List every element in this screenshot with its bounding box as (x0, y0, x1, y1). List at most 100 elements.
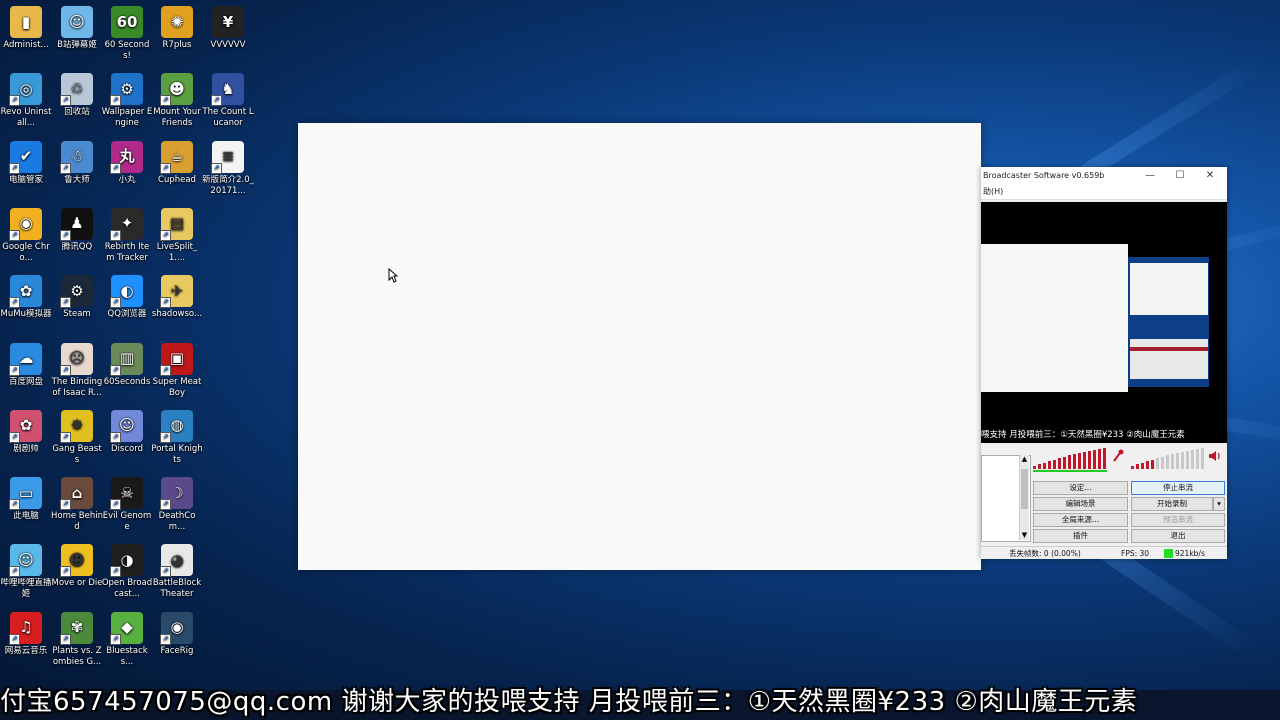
sources-scrollbar[interactable]: ▲ ▼ (1019, 455, 1029, 540)
mic-volume-meter[interactable] (1033, 447, 1113, 472)
desktop-icon-label: Wallpaper Engine (101, 107, 153, 129)
exit-button[interactable]: 退出 (1131, 529, 1225, 543)
desktop-icon-label: Cuphead (158, 174, 196, 185)
global-sources-button[interactable]: 全局来源... (1033, 513, 1128, 527)
shortcut-arrow-icon: ↗ (160, 566, 171, 578)
volume-meter-bar (1048, 461, 1051, 469)
desktop-icon[interactable]: ☻ ↗ Mount Your Friends (151, 73, 203, 129)
blank-app-window[interactable] (298, 123, 981, 570)
desktop-icon[interactable]: ▥ ↗ 60Seconds (101, 342, 153, 388)
desktop-icon[interactable]: ✈ ↗ shadowso... (151, 275, 203, 320)
maximize-icon[interactable]: ☐ (1165, 167, 1195, 185)
desktop-icon[interactable]: ✾ ↗ Plants vs. Zombies G... (51, 611, 103, 668)
desktop-icon[interactable]: ◆ ↗ Bluestacks... (101, 611, 153, 668)
shortcut-arrow-icon: ↗ (110, 566, 121, 578)
shortcut-arrow-icon: ↗ (110, 633, 121, 645)
speaker-icon[interactable] (1208, 450, 1222, 462)
edit-scene-button[interactable]: 编辑场景 (1033, 497, 1128, 511)
preview-stream-button[interactable]: 预览串流 (1131, 513, 1225, 527)
obs-window[interactable]: Broadcaster Software v0.659b — ☐ ✕ 助(H) … (981, 167, 1227, 559)
battleblock-icon: ◕ ↗ (160, 544, 193, 578)
desktop-icon[interactable]: ▣ ↗ Super Meat Boy (151, 342, 203, 399)
desktop-icon[interactable]: 60 60 Seconds! (101, 6, 153, 62)
desktop-icon[interactable]: ☻ ↗ Move or Die (51, 544, 103, 589)
desktop-icon[interactable]: ◎ ↗ Revo Uninstall... (0, 73, 52, 129)
menu-help[interactable]: 助(H) (983, 187, 1003, 196)
desktop-icon[interactable]: ¥ VVVVVV (202, 6, 254, 51)
desktop-icon[interactable]: ☃ ↗ 鲁大师 (51, 140, 103, 186)
obs-icon: ◑ ↗ (110, 544, 143, 578)
desktop-icon[interactable]: ≡ ↗ 新版简介2.0_20171... (202, 140, 254, 197)
volume-meter-bar (1043, 463, 1046, 469)
desktop-icon[interactable]: ▤ ↗ LiveSplit_1.... (151, 207, 203, 264)
desktop-icon-label: 此电脑 (13, 511, 39, 522)
desktop-icon[interactable]: ♫ ↗ 网易云音乐 (0, 611, 52, 657)
desktop-icon[interactable]: ✔ ↗ 电脑管家 (0, 140, 52, 186)
close-icon[interactable]: ✕ (1195, 167, 1225, 185)
volume-meter-bar (1063, 457, 1066, 469)
desktop-volume-meter[interactable] (1131, 447, 1211, 469)
anime-girl-icon: ☺ (61, 6, 93, 38)
desktop-icon-label: Gang Beasts (52, 443, 102, 465)
desktop-icon[interactable]: ✿ ↗ MuMu模拟器 (0, 275, 52, 320)
minimize-icon[interactable]: — (1135, 167, 1165, 185)
desktop-icon[interactable]: ⌂ ↗ Home Behind (51, 477, 103, 533)
desktop-icon[interactable]: ☹ ↗ The Binding of Isaac R... (51, 342, 103, 399)
desktop-icon[interactable]: ⚙ ↗ Steam (51, 275, 103, 320)
shortcut-arrow-icon: ↗ (160, 162, 171, 174)
plugins-button[interactable]: 插件 (1033, 529, 1128, 543)
fps-text: FPS: 30 (1121, 549, 1150, 558)
folder-icon: ▮ (10, 6, 42, 38)
desktop-icon[interactable]: ☕ ↗ Cuphead (151, 140, 203, 186)
desktop-icon[interactable]: ♞ ↗ The Count Lucanor (202, 73, 254, 129)
desktop-icon[interactable]: ◉ ↗ Google Chro... (0, 207, 52, 264)
shortcut-arrow-icon: ↗ (9, 566, 20, 578)
desktop-icon[interactable]: ♲ ↗ 回收站 (51, 73, 103, 118)
desktop-icon[interactable]: ♟ ↗ 腾讯QQ (51, 207, 103, 253)
desktop-icon[interactable]: ◉ ↗ FaceRig (151, 611, 203, 657)
desktop-icon-label: LiveSplit_1.... (156, 241, 198, 263)
desktop-icon[interactable]: ✸ ↗ Gang Beasts (51, 409, 103, 466)
record-dropdown-chevron-down-icon[interactable]: ▾ (1213, 497, 1225, 511)
desktop-icon[interactable]: ◐ ↗ QQ浏览器 (101, 275, 153, 320)
desktop-icon[interactable]: ☺ B站弹幕姬 (51, 6, 103, 51)
preview-window-capture (981, 244, 1128, 392)
stop-stream-button[interactable]: 停止串流 (1131, 481, 1225, 495)
desktop-icon[interactable]: ☠ ↗ Evil Genome (101, 477, 153, 533)
desktop-icon-label: Steam (63, 309, 91, 320)
discord-icon: ☺ ↗ (110, 409, 143, 443)
desktop-icon[interactable]: ▮ Administ... (0, 6, 52, 51)
desktop-icon[interactable]: ☺ ↗ 哔哩哔哩直播姬 (0, 544, 52, 600)
gang-beasts-icon: ✸ ↗ (60, 409, 93, 443)
start-record-button[interactable]: 开始录制 (1131, 497, 1213, 511)
desktop-icon[interactable]: ▭ ↗ 此电脑 (0, 477, 52, 522)
portal-knights-icon: ◍ ↗ (160, 409, 193, 443)
desktop-icon[interactable]: ◕ ↗ BattleBlock Theater (151, 544, 203, 600)
desktop-icon-label: 百度网盘 (8, 376, 43, 387)
shortcut-arrow-icon: ↗ (9, 633, 20, 645)
desktop-icon[interactable]: ✿ ↗ 剧剧帅 (0, 409, 52, 455)
desktop-icon[interactable]: ✺ R7plus (151, 6, 203, 51)
microphone-icon[interactable] (1112, 449, 1124, 463)
desktop-icon[interactable]: ⚙ ↗ Wallpaper Engine (101, 73, 153, 129)
desktop-icon[interactable]: ☺ ↗ Discord (101, 409, 153, 455)
desktop-icon[interactable]: ☽ ↗ DeathCom... (151, 477, 203, 533)
obs-menubar[interactable]: 助(H) (981, 185, 1227, 200)
bluestacks-icon: ◆ ↗ (110, 611, 143, 645)
desktop-icon[interactable]: ◍ ↗ Portal Knights (151, 409, 203, 466)
shortcut-arrow-icon: ↗ (60, 297, 71, 309)
mouse-cursor-icon (388, 268, 398, 283)
shortcut-arrow-icon: ↗ (110, 364, 121, 376)
settings-button[interactable]: 设定... (1033, 481, 1128, 495)
desktop-icon[interactable]: ☁ ↗ 百度网盘 (0, 342, 52, 388)
desktop-icon-label: 60 Seconds! (104, 40, 150, 61)
obs-controls: ▲ ▼ 设定... 停止串流 编辑场景 开始录制 ▾ 全局来源... 预览串流 … (981, 443, 1227, 546)
shortcut-arrow-icon: ↗ (60, 364, 71, 376)
obs-titlebar[interactable]: Broadcaster Software v0.659b — ☐ ✕ (981, 167, 1227, 185)
desktop-icon[interactable]: 丸 ↗ 小丸 (101, 140, 153, 186)
desktop-icon[interactable]: ✦ ↗ Rebirth Item Tracker (101, 207, 153, 264)
desktop-icon-label: R7plus (162, 40, 192, 50)
recycle-bin-icon: ♲ ↗ (60, 73, 93, 107)
desktop-icon-label: 60Seconds (103, 376, 151, 387)
desktop-icon[interactable]: ◑ ↗ Open Broadcast... (101, 544, 153, 600)
